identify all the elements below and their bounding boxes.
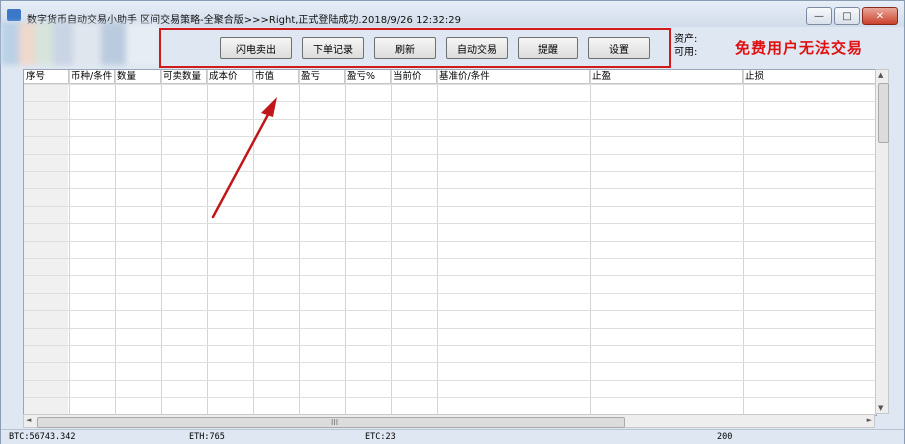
close-button[interactable]: ✕ [862,7,898,25]
grid-column-line [437,70,438,415]
vertical-scroll-thumb[interactable] [878,83,889,143]
grid-row-line [24,119,876,120]
horizontal-scrollbar[interactable]: ◄ III ► [23,414,875,428]
scroll-grip-icon: III [331,418,339,427]
account-summary: 资产: 可用: [674,33,697,59]
grid-column-line [69,70,70,415]
blurred-area [1,23,159,65]
grid-row-line [24,293,876,294]
flash-sell-button[interactable]: 闪电卖出 [220,37,292,59]
column-header-index[interactable]: 序号 [24,70,69,84]
column-header-pnl[interactable]: 盈亏 [299,70,345,84]
horizontal-scroll-thumb[interactable]: III [37,417,625,428]
column-header-base-price[interactable]: 基准价/条件 [437,70,590,84]
grid-row-line [24,206,876,207]
grid-row-line [24,188,876,189]
column-header-cost[interactable]: 成本价 [207,70,253,84]
grid-column-line [115,70,116,415]
column-header-sellable[interactable]: 可卖数量 [161,70,207,84]
asset-label: 资产: [674,34,698,45]
column-header-pnl-percent[interactable]: 盈亏% [345,70,391,84]
refresh-button[interactable]: 刷新 [374,37,436,59]
free-user-notice: 免费用户无法交易 [735,39,864,57]
column-header-market-value[interactable]: 市值 [253,70,299,84]
scroll-right-icon[interactable]: ► [867,416,872,424]
grid-row-line [24,136,876,137]
app-icon [7,9,21,21]
auto-trade-button[interactable]: 自动交易 [446,37,508,59]
status-eth-price: ETH:765 [189,432,225,442]
grid-row-line [24,154,876,155]
grid-row-line [24,101,876,102]
grid-row-line [24,241,876,242]
available-label: 可用: [674,47,698,58]
order-records-button[interactable]: 下单记录 [302,37,364,59]
column-header-current-price[interactable]: 当前价 [391,70,437,84]
grid-row-line [24,310,876,311]
grid-row-line [24,223,876,224]
grid-row-line [24,84,876,85]
status-etc-price: ETC:23 [365,432,396,442]
settings-button[interactable]: 设置 [588,37,650,59]
scroll-down-icon[interactable]: ▼ [878,404,883,412]
column-header-take-profit[interactable]: 止盈 [590,70,743,84]
grid-row-line [24,345,876,346]
status-btc-price: BTC:56743.342 [9,432,76,442]
grid-row-line [24,380,876,381]
grid-column-line [345,70,346,415]
grid-row-line [24,275,876,276]
grid-row-line [24,171,876,172]
reminder-button[interactable]: 提醒 [518,37,578,59]
grid-column-line [590,70,591,415]
toolbar-highlight: 闪电卖出 下单记录 刷新 自动交易 提醒 设置 [159,28,671,68]
grid-row-line [24,328,876,329]
row-header-column [24,84,68,415]
column-header-coin[interactable]: 币种/条件 [69,70,115,84]
grid-column-line [161,70,162,415]
minimize-button[interactable]: — [806,7,832,25]
grid-row-line [24,362,876,363]
vertical-scrollbar[interactable]: ▲ ▼ [875,69,889,414]
grid-row-line [24,397,876,398]
app-window: 数字货币自动交易小助手 区间交易策略-全聚合版>>>Right,正式登陆成功.2… [0,0,905,444]
annotation-arrow-icon [211,97,277,219]
status-count: 200 [717,432,733,442]
grid-column-line [743,70,744,415]
grid-column-line [391,70,392,415]
maximize-button[interactable]: □ [834,7,860,25]
scroll-left-icon[interactable]: ◄ [26,416,31,424]
status-bar: BTC:56743.342 ETH:765 ETC:23 200 [1,429,904,444]
grid-row-line [24,258,876,259]
scroll-up-icon[interactable]: ▲ [878,71,883,79]
column-header-quantity[interactable]: 数量 [115,70,161,84]
grid-column-line [299,70,300,415]
column-header-stop-loss[interactable]: 止损 [743,70,876,84]
positions-table[interactable]: 序号 币种/条件 数量 可卖数量 成本价 市值 盈亏 盈亏% 当前价 基准价/条… [23,69,877,416]
